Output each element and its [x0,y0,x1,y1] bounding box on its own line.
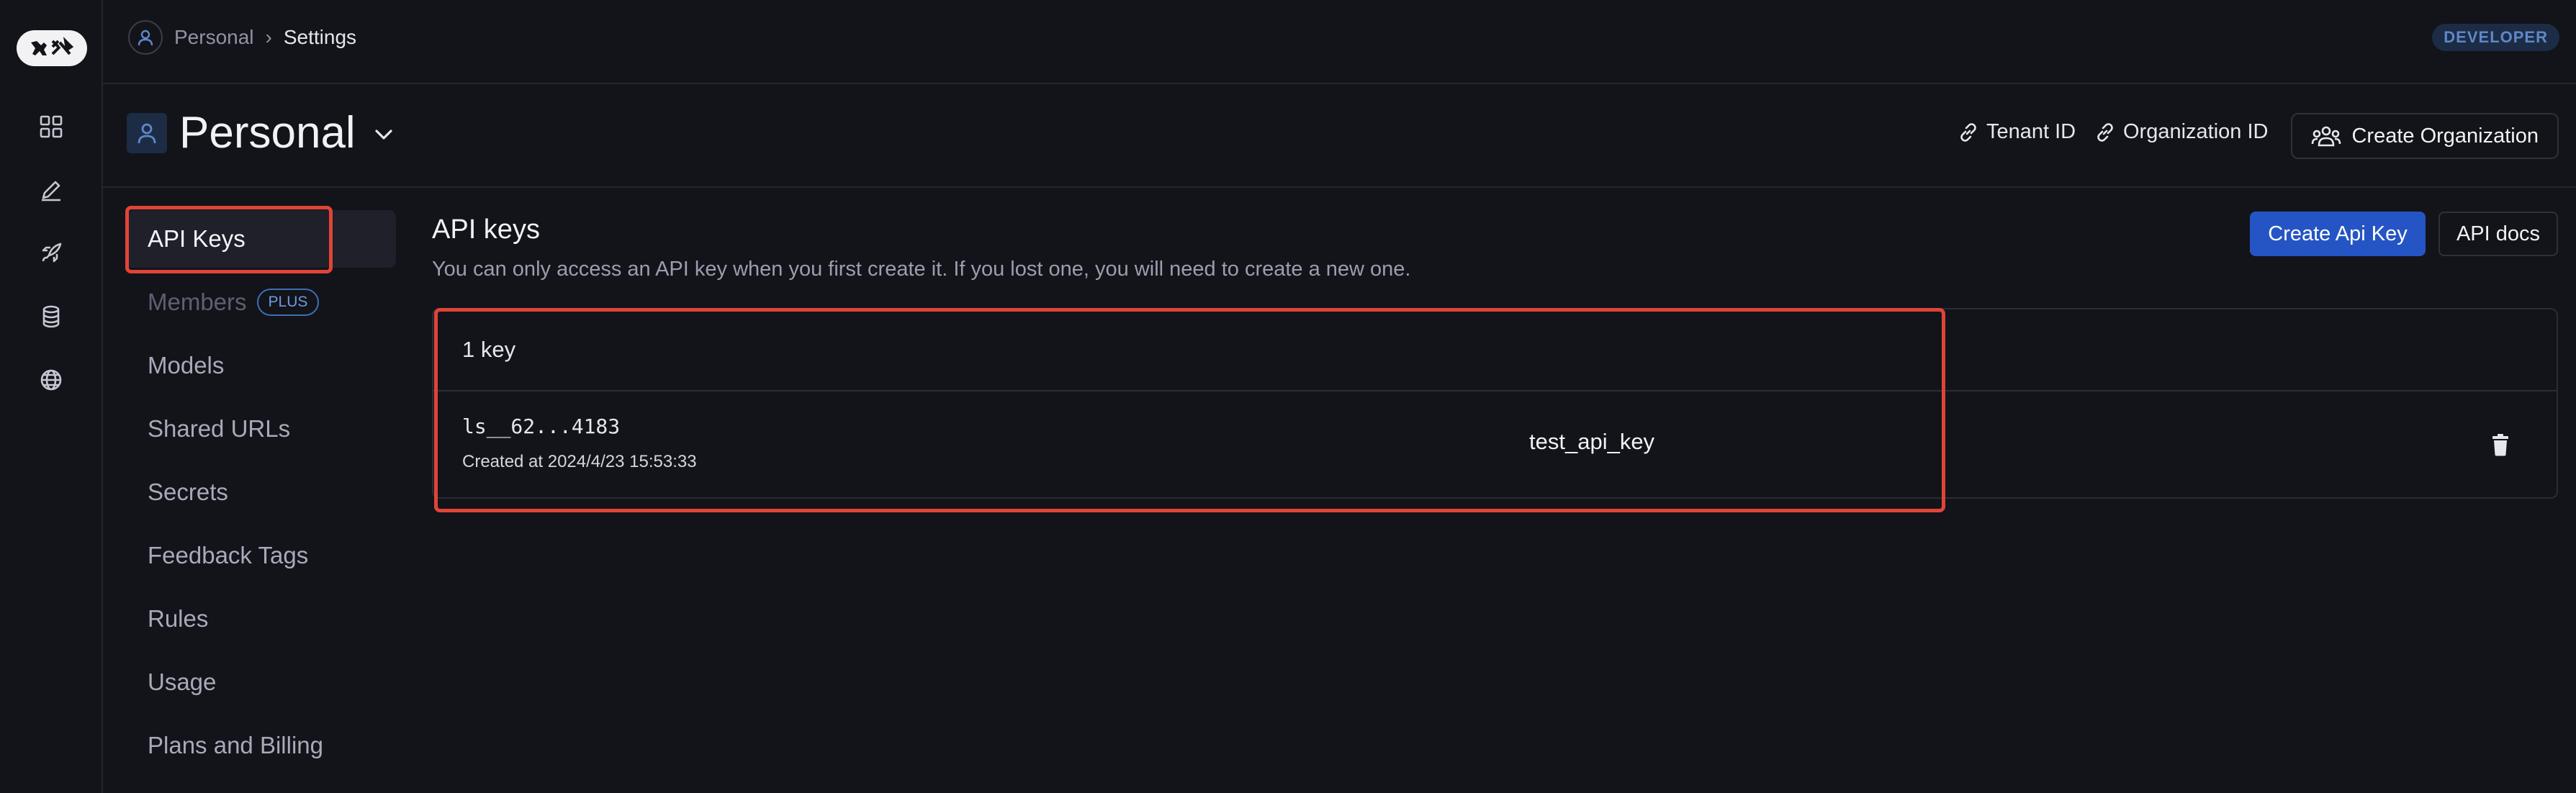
nav-item-members[interactable]: Members PLUS [126,273,396,331]
key-count: 1 key [462,337,516,362]
create-organization-button[interactable]: Create Organization [2291,113,2559,159]
section-description: You can only access an API key when you … [432,258,1411,281]
workspace-header: Personal Tenant ID Organization ID Creat… [103,84,2576,188]
nav-item-plans-and-billing[interactable]: Plans and Billing [126,717,396,774]
nav-item-label: Shared URLs [148,415,291,442]
nav-item-label: Feedback Tags [148,542,309,568]
create-api-key-button[interactable]: Create Api Key [2250,212,2426,256]
workspace-user-icon [127,113,167,153]
nav-item-feedback-tags[interactable]: Feedback Tags [126,527,396,584]
breadcrumb-workspace[interactable]: Personal [174,26,254,49]
breadcrumb-separator: › [265,26,272,48]
nav-item-label: Rules [148,605,209,632]
api-docs-button[interactable]: API docs [2438,212,2558,256]
organization-id-link[interactable]: Organization ID [2094,120,2269,144]
nav-item-api-keys[interactable]: API Keys [126,210,396,268]
pen-icon[interactable] [33,172,69,208]
database-icon[interactable] [33,299,69,335]
breadcrumb-current: Settings [283,26,357,48]
icon-rail [0,0,103,793]
nav-item-label: Usage [148,669,217,695]
app-logo[interactable] [17,30,87,66]
tenant-id-link[interactable]: Tenant ID [1958,120,2076,144]
api-key-name: test_api_key [1529,429,1655,454]
tenant-id-label: Tenant ID [1986,120,2076,143]
nav-item-usage[interactable]: Usage [126,653,396,711]
plus-badge: PLUS [256,289,320,316]
user-avatar-icon[interactable] [128,20,163,55]
nav-item-models[interactable]: Models [126,337,396,394]
nav-item-label: API Keys [148,225,246,252]
logo-icon [31,37,74,55]
organization-id-label: Organization ID [2123,120,2269,143]
api-keys-table: 1 key ls__62...4183 Created at 2024/4/23… [432,308,2558,499]
nav-item-label: Plans and Billing [148,732,323,758]
developer-badge: DEVELOPER [2432,24,2559,51]
nav-item-label: Models [148,352,225,379]
globe-icon[interactable] [33,362,69,398]
link-icon [2097,122,2113,142]
app: Personal › Settings DEVELOPER Personal T… [0,0,2576,793]
page-title[interactable]: Personal [179,107,356,158]
rocket-icon[interactable] [33,235,69,271]
nav-item-rules[interactable]: Rules [126,590,396,648]
table-header: 1 key [433,309,2557,391]
grid-icon[interactable] [33,109,69,145]
nav-item-secrets[interactable]: Secrets [126,463,396,521]
nav-item-label: Members [148,289,247,315]
top-bar: Personal › Settings DEVELOPER [103,0,2576,84]
trash-icon[interactable] [2486,430,2515,459]
api-key-id: ls__62...4183 [462,414,621,438]
api-key-created-at: Created at 2024/4/23 15:53:33 [462,452,697,471]
section-title: API keys [432,214,540,245]
chevron-down-icon[interactable] [369,120,398,149]
breadcrumb: Personal › Settings [128,20,356,55]
table-row[interactable]: ls__62...4183 Created at 2024/4/23 15:53… [433,393,2557,499]
create-organization-label: Create Organization [2351,124,2539,148]
users-icon [2312,126,2341,147]
link-icon [1960,122,1976,142]
nav-item-shared-urls[interactable]: Shared URLs [126,400,396,458]
nav-item-label: Secrets [148,479,228,505]
